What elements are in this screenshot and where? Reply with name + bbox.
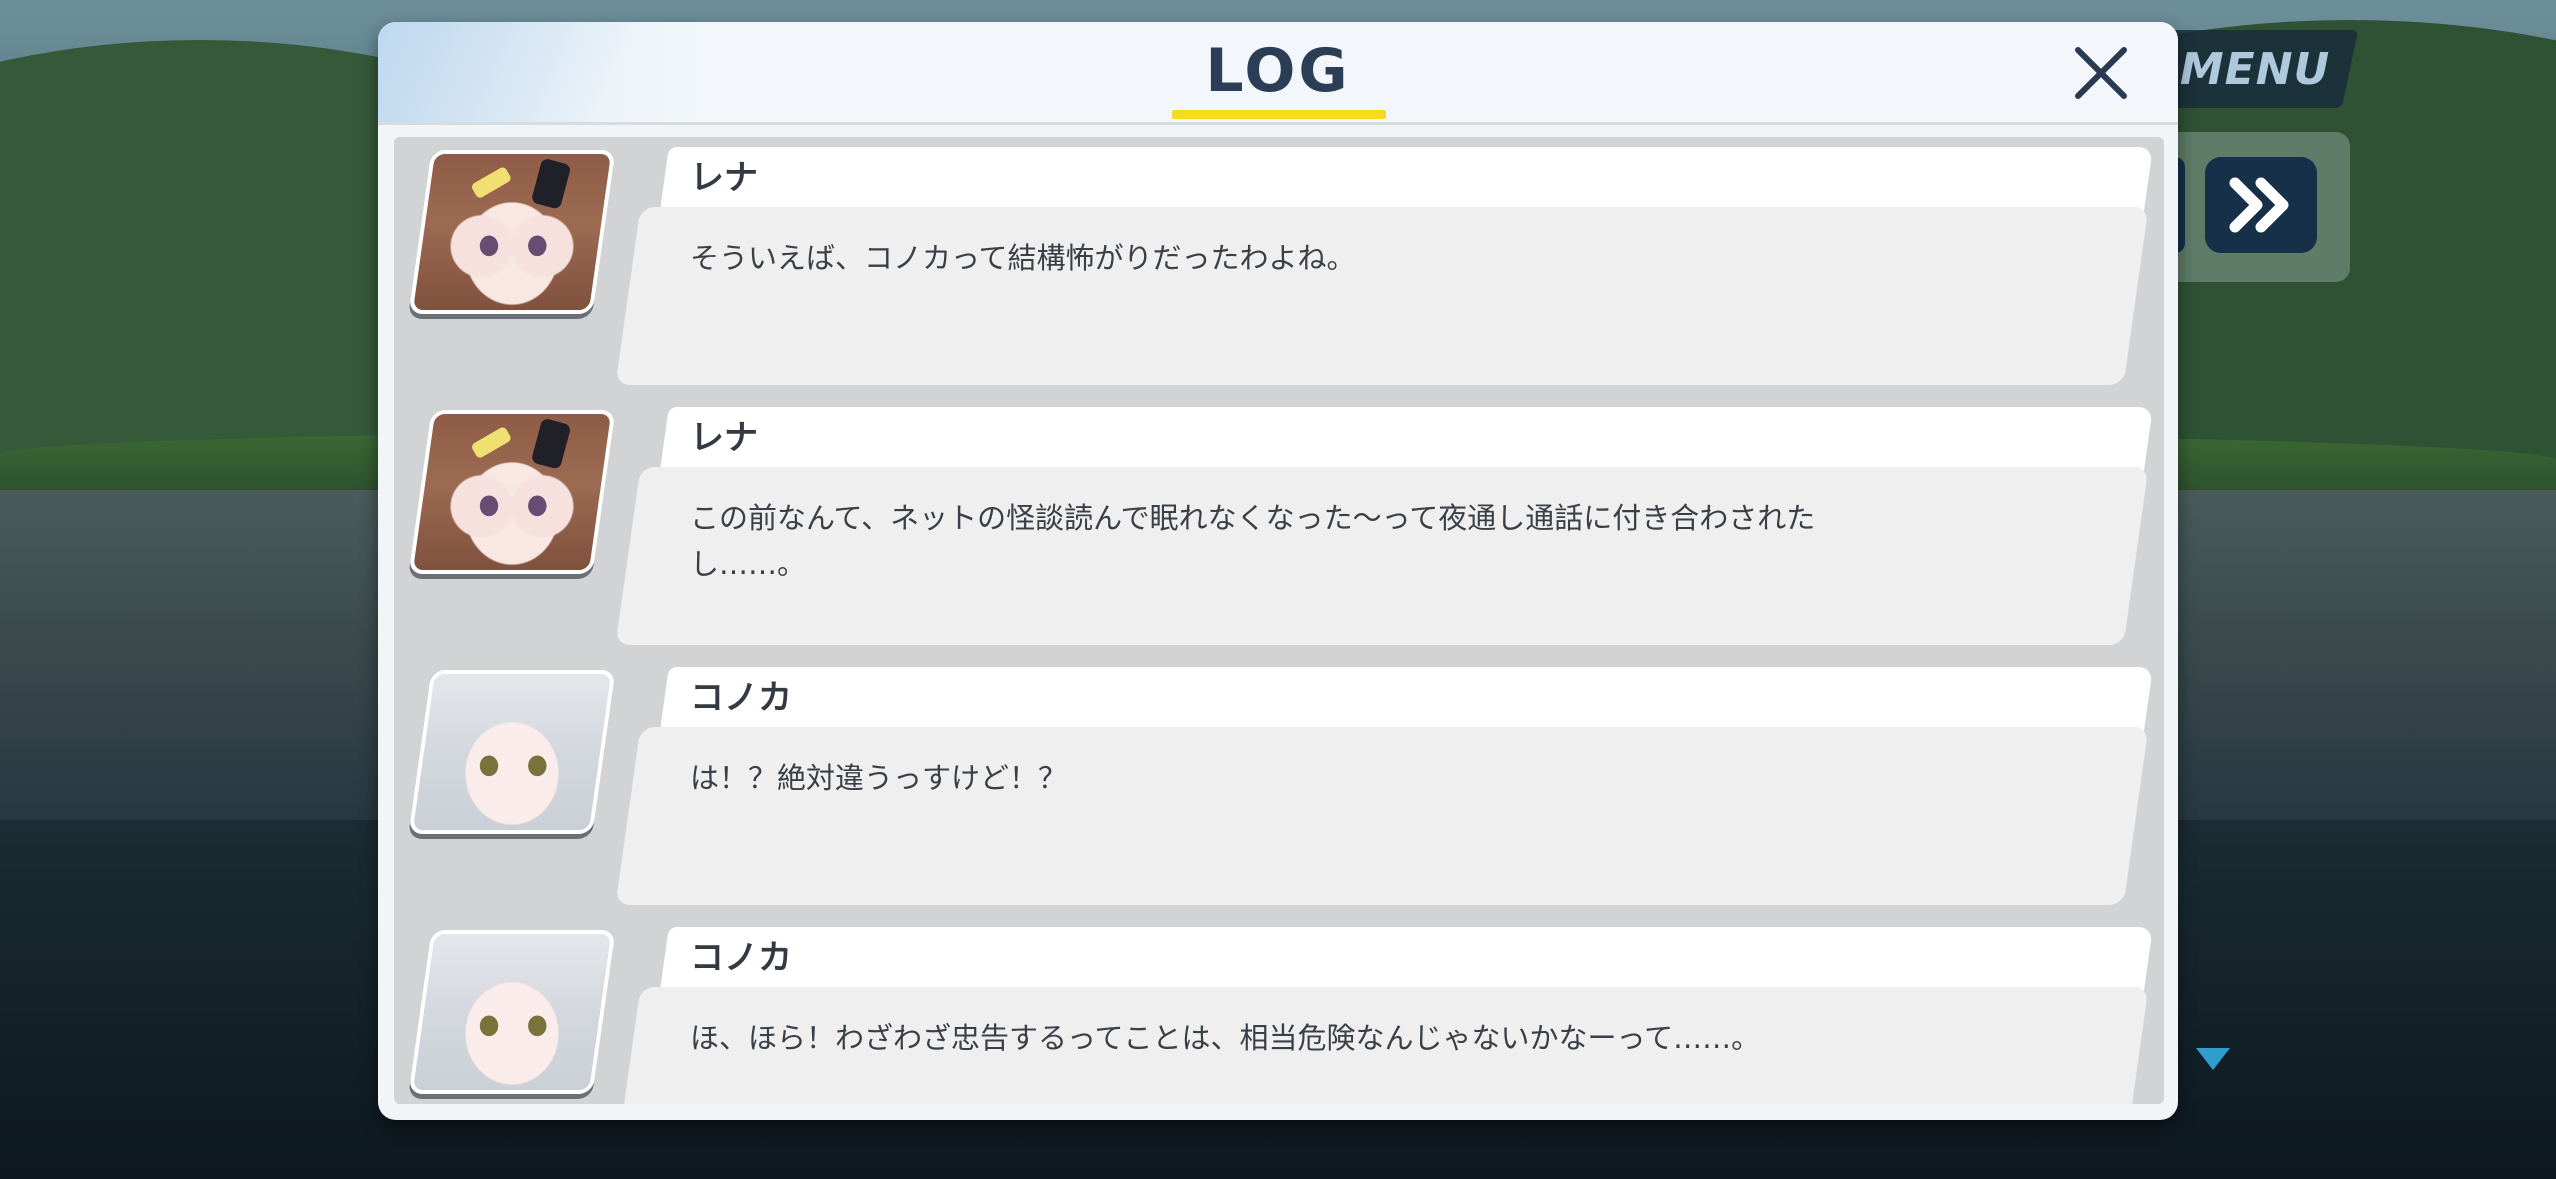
log-entry: コノカ は！？絶対違うっすけど！？ — [394, 657, 2164, 905]
speaker-avatar — [408, 150, 616, 314]
speaker-name: レナ — [690, 158, 758, 198]
dialogue-bubble — [615, 727, 2149, 905]
close-button[interactable] — [2068, 40, 2134, 106]
double-chevron-right-icon — [2229, 177, 2289, 233]
log-title: LOG — [1205, 36, 1351, 106]
speaker-avatar — [408, 670, 616, 834]
log-dialog: LOG レナ そういえば、コノカって結構怖がりだったわよね。 レナ この前なんて — [378, 22, 2178, 1120]
log-entry: レナ そういえば、コノカって結構怖がりだったわよね。 — [394, 137, 2164, 385]
fast-forward-button[interactable] — [2205, 157, 2317, 253]
log-list[interactable]: レナ そういえば、コノカって結構怖がりだったわよね。 レナ この前なんて、ネット… — [394, 137, 2164, 1104]
close-x-icon — [2075, 47, 2127, 99]
speaker-avatar — [408, 930, 616, 1094]
menu-button[interactable]: MENU — [2151, 30, 2359, 108]
dialogue-text: そういえば、コノカって結構怖がりだったわよね。 — [690, 241, 1356, 275]
log-header: LOG — [378, 22, 2178, 125]
speaker-avatar — [408, 410, 616, 574]
dialogue-bubble — [615, 207, 2149, 385]
speaker-name: レナ — [690, 418, 758, 458]
speaker-name: コノカ — [690, 938, 792, 978]
dialogue-text: この前なんて、ネットの怪談読んで眠れなくなった～って夜通し通話に付き合わされた … — [690, 501, 1816, 581]
menu-label: MENU — [2179, 43, 2331, 95]
triangle-down-icon — [2196, 1048, 2230, 1070]
title-underline — [1172, 110, 1386, 119]
dialogue-text: ほ、ほら！わざわざ忠告するってことは、相当危険なんじゃないかなーって……。 — [690, 1021, 1761, 1055]
dialogue-text: は！？絶対違うっすけど！？ — [690, 761, 1068, 795]
log-entry: レナ この前なんて、ネットの怪談読んで眠れなくなった～って夜通し通話に付き合わさ… — [394, 397, 2164, 645]
log-entry: コノカ ほ、ほら！わざわざ忠告するってことは、相当危険なんじゃないかなーって……… — [394, 917, 2164, 1104]
speaker-name: コノカ — [690, 678, 792, 718]
